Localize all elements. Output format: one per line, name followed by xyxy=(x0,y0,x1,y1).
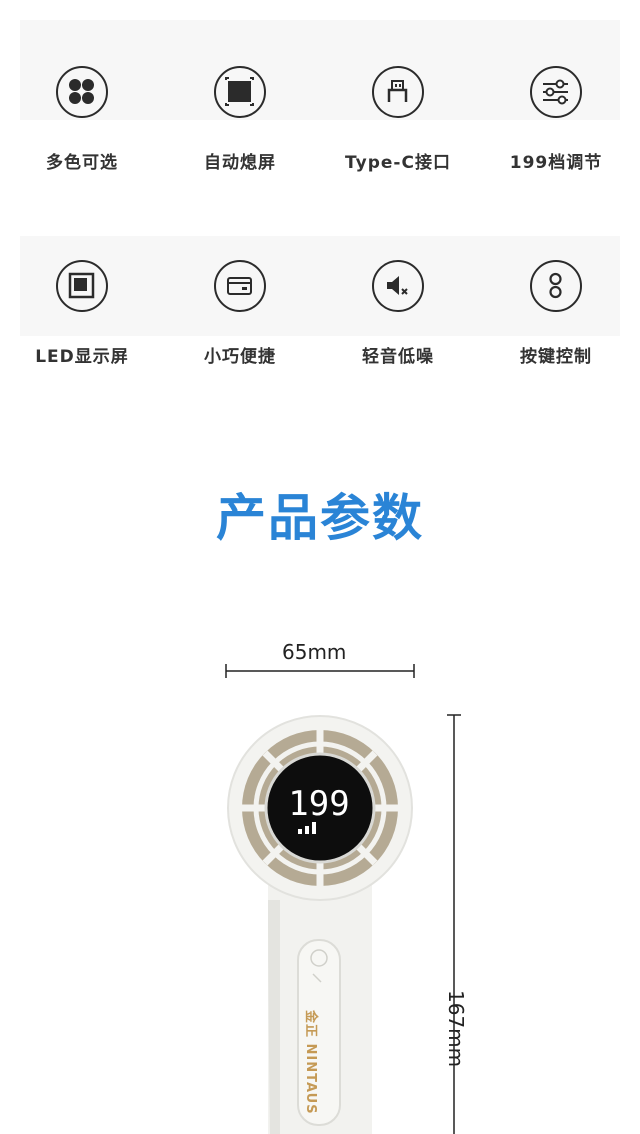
brand-logo-text: 金正 NINTAUS xyxy=(303,1010,318,1115)
product-illustration: 199 xyxy=(225,664,461,1134)
display-value: 199 xyxy=(288,784,349,824)
width-dimension-line xyxy=(225,664,415,678)
height-dimension-line xyxy=(447,714,461,1134)
